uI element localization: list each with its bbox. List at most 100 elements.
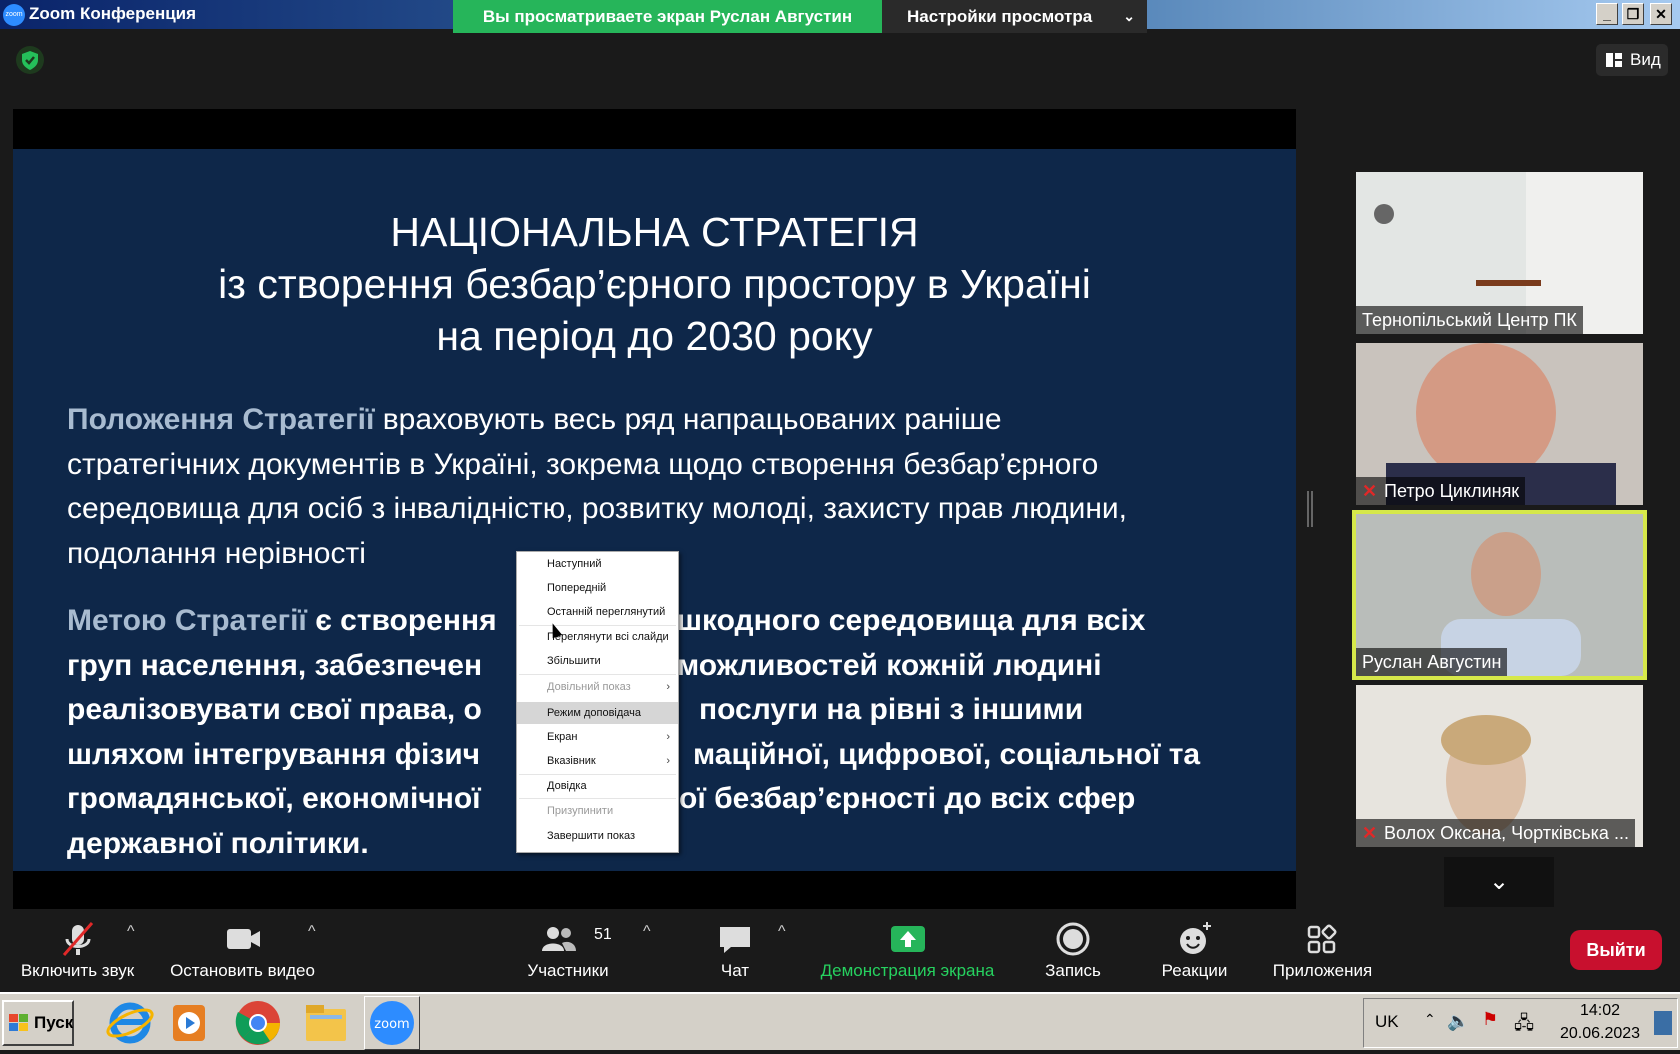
chat-label: Чат: [720, 961, 750, 980]
language-indicator[interactable]: UK: [1375, 1012, 1399, 1032]
paragraph-1-line: враховують весь ряд напрацьованих раніше: [374, 403, 1002, 436]
paragraph-2-line: груп населення, забезпечен: [67, 648, 483, 682]
paragraph-1-highlight: Положення Стратегії: [67, 403, 375, 436]
view-button[interactable]: Вид: [1596, 44, 1668, 76]
stop-video-label: Остановить видео: [170, 961, 315, 980]
smiley-plus-icon: [1179, 922, 1211, 954]
zoom-app-icon: zoom: [3, 4, 25, 26]
slide-letterbox-bottom: [13, 871, 1296, 909]
volume-icon[interactable]: 🔈: [1447, 1011, 1469, 1032]
paragraph-1-line: середовища для осіб з інвалідністю, розв…: [67, 492, 1128, 525]
menu-item-pause: Призупинити: [547, 805, 614, 817]
screen-share-banner: Вы просматриваете экран Руслан Августин: [453, 0, 882, 33]
view-options-dropdown[interactable]: Настройки просмотра ⌄: [882, 0, 1147, 33]
menu-separator: [519, 674, 676, 675]
participant-name: Руслан Августин: [1356, 648, 1508, 676]
windows-flag-icon: [9, 1014, 28, 1031]
participants-icon: [542, 927, 576, 951]
menu-item-last-viewed[interactable]: Останній переглянутий: [517, 601, 678, 623]
menu-item-screen[interactable]: Екран ›: [517, 726, 678, 748]
participants-button[interactable]: 51 Участники: [518, 909, 618, 992]
maximize-button[interactable]: ❐: [1622, 3, 1644, 25]
slide-title-line-1: НАЦІОНАЛЬНА СТРАТЕГІЯ: [390, 209, 919, 255]
apps-button[interactable]: Приложения: [1265, 909, 1380, 992]
video-options-caret[interactable]: ^: [308, 923, 316, 941]
participant-tile[interactable]: ✕ Петро Циклиняк: [1356, 343, 1643, 505]
share-screen-label: Демонстрация экрана: [820, 961, 995, 980]
mic-muted-icon: ✕: [1362, 481, 1378, 501]
unmute-label: Включить звук: [20, 961, 135, 980]
internet-explorer-icon[interactable]: [104, 997, 156, 1049]
paragraph-2-line: мацiйної, цифрової, соціальної та: [693, 737, 1201, 771]
paragraph-2-line: шкодного середовища для всіх: [677, 604, 1146, 637]
chevron-right-icon: ›: [666, 731, 670, 743]
menu-item-next[interactable]: Наступний: [517, 553, 678, 575]
video-camera-icon: [226, 929, 260, 949]
apps-label: Приложения: [1272, 961, 1373, 980]
view-options-label: Настройки просмотра: [907, 7, 1093, 26]
meeting-toolbar: Включить звук ^ Остановить видео ^ 51 Уч…: [0, 909, 1680, 992]
menu-separator: [519, 798, 676, 799]
tray-expand-icon[interactable]: ⌃: [1424, 1011, 1436, 1028]
apps-icon: [1307, 924, 1336, 954]
paragraph-2-line: ої безбар’єрності до всіх сфер: [679, 782, 1136, 815]
network-icon[interactable]: 🖧: [1514, 1011, 1534, 1041]
share-screen-button[interactable]: Демонстрация экрана: [810, 909, 1005, 992]
menu-item-presenter-view[interactable]: Режим доповідача: [517, 702, 678, 724]
paragraph-2-line: послуги на рівні з іншими: [699, 693, 1084, 726]
system-tray: UK ⌃ 🔈 ⚑ 🖧 14:02 20.06.2023: [1363, 998, 1678, 1048]
zoom-taskbar-button[interactable]: zoom: [364, 996, 420, 1050]
slide-title-line-3: на період до 2030 року: [436, 313, 873, 359]
start-label: Пуск: [34, 1013, 74, 1032]
record-button[interactable]: Запись: [1033, 909, 1113, 992]
show-desktop-button[interactable]: [1654, 1011, 1672, 1035]
chat-options-caret[interactable]: ^: [778, 923, 786, 941]
windows-taskbar: Пуск zoom UK ⌃ 🔈 ⚑ 🖧 14:02 20.06.2023: [0, 992, 1680, 1050]
media-player-icon[interactable]: [163, 997, 215, 1049]
share-screen-icon: [890, 926, 925, 952]
menu-item-custom-show: Довільний показ ›: [517, 676, 678, 698]
participant-tile[interactable]: Тернопільський Центр ПК: [1356, 172, 1643, 334]
window-title: Zoom Конференция: [29, 4, 197, 23]
reactions-button[interactable]: Реакции: [1152, 909, 1237, 992]
menu-item-see-all-slides[interactable]: Переглянути всі слайди: [517, 626, 678, 648]
menu-item-previous[interactable]: Попередній: [517, 577, 678, 599]
paragraph-2-line: реалізовувати свої права, о: [67, 693, 482, 726]
unmute-button[interactable]: Включить звук: [10, 909, 145, 992]
participant-tile[interactable]: ✕ Волох Оксана, Чортківська ...: [1356, 685, 1643, 847]
minimize-button[interactable]: _: [1596, 3, 1618, 25]
paragraph-2-line: можливостей кожній людині: [677, 648, 1102, 682]
file-explorer-icon[interactable]: [300, 997, 352, 1049]
close-button[interactable]: ✕: [1650, 3, 1672, 25]
chevron-right-icon: ›: [666, 681, 670, 693]
chrome-icon[interactable]: [232, 997, 284, 1049]
paragraph-1-line: стратегічних документів в Україні, зокре…: [67, 447, 1099, 481]
reactions-label: Реакции: [1161, 961, 1228, 980]
svg-text:zoom: zoom: [374, 1017, 409, 1032]
slideshow-context-menu: Наступний Попередній Останній переглянут…: [516, 551, 679, 853]
menu-item-pointer-options[interactable]: Вказівник ›: [517, 750, 678, 772]
security-shield-icon[interactable]: [16, 46, 44, 74]
paragraph-2-line: громадянської, економічної: [67, 782, 481, 815]
menu-item-zoom-in[interactable]: Збільшити: [517, 650, 678, 672]
clock-time[interactable]: 14:02: [1580, 1002, 1620, 1020]
mic-muted-icon: [62, 922, 93, 956]
menu-item-end-show[interactable]: Завершити показ: [517, 825, 678, 847]
start-button[interactable]: Пуск: [2, 1000, 74, 1046]
menu-item-help[interactable]: Довідка: [517, 775, 678, 797]
slide-letterbox-top: [13, 109, 1296, 149]
grid-view-icon: [1606, 53, 1622, 67]
participant-tile-active-speaker[interactable]: Руслан Августин: [1352, 510, 1647, 680]
audio-options-caret[interactable]: ^: [127, 923, 135, 941]
clock-date[interactable]: 20.06.2023: [1560, 1025, 1640, 1043]
record-label: Запись: [1045, 961, 1101, 980]
stop-video-button[interactable]: Остановить видео: [160, 909, 325, 992]
mic-muted-icon: ✕: [1362, 823, 1378, 843]
chat-button[interactable]: Чат: [700, 909, 770, 992]
chevron-right-icon: ›: [666, 755, 670, 767]
leave-meeting-button[interactable]: Выйти: [1570, 930, 1662, 970]
participants-options-caret[interactable]: ^: [643, 923, 651, 941]
panel-resize-handle[interactable]: [1307, 491, 1313, 527]
scroll-participants-down-button[interactable]: ⌄: [1444, 857, 1554, 907]
action-center-flag-icon[interactable]: ⚑: [1482, 1009, 1498, 1030]
